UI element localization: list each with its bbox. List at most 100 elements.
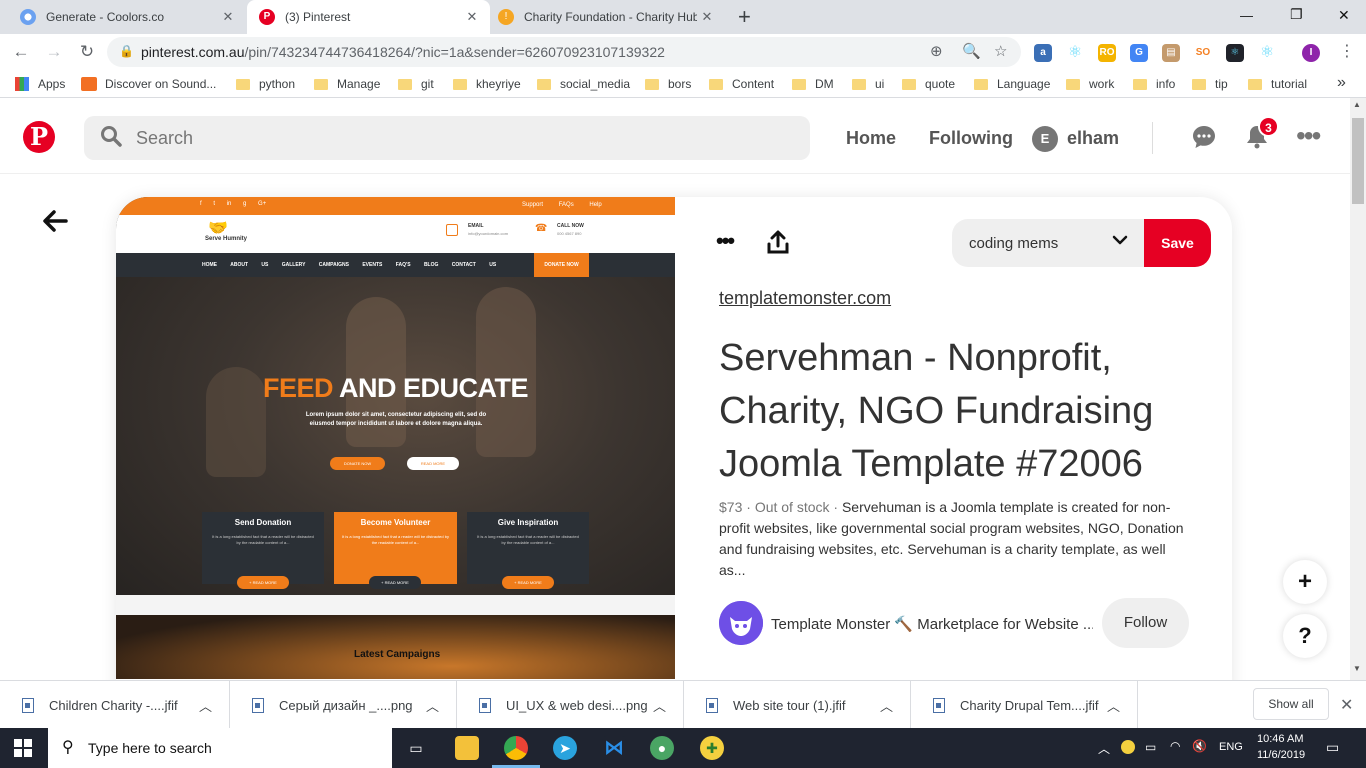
app-icon[interactable]: ● [650, 736, 674, 760]
back-arrow-icon[interactable] [42, 208, 68, 240]
author-avatar[interactable] [719, 601, 763, 645]
profile-avatar-icon[interactable]: I [1302, 44, 1320, 62]
avatar[interactable]: E [1032, 126, 1058, 152]
bookmark-folder[interactable]: python [236, 77, 295, 91]
scrollbar[interactable]: ▲ ▼ [1350, 98, 1366, 680]
help-button[interactable]: ? [1283, 614, 1327, 658]
minimize-button[interactable]: — [1240, 8, 1253, 23]
share-icon[interactable] [767, 230, 789, 260]
box-readmore-button: + READ MORE [369, 576, 421, 589]
show-all-button[interactable]: Show all [1253, 688, 1329, 720]
extension-icon[interactable]: ▤ [1162, 44, 1180, 62]
nav-home[interactable]: Home [846, 128, 896, 149]
close-icon[interactable]: ✕ [697, 9, 717, 25]
extension-icon[interactable]: a [1034, 44, 1052, 62]
tray-app-icon[interactable] [1121, 740, 1135, 754]
tab-pinterest[interactable]: P (3) Pinterest ✕ [247, 0, 490, 34]
close-window-button[interactable]: ✕ [1338, 7, 1350, 24]
language-indicator[interactable]: ENG [1219, 741, 1243, 753]
chevron-up-icon[interactable]: ︿ [880, 696, 910, 715]
bookmark-folder[interactable]: Content [709, 77, 774, 91]
bookmark-folder[interactable]: quote [902, 77, 955, 91]
bookmark-folder[interactable]: git [398, 77, 434, 91]
bookmark-apps[interactable]: Apps [15, 77, 65, 91]
bookmark-folder[interactable]: Language [974, 77, 1050, 91]
wifi-icon[interactable]: ◠ [1170, 739, 1180, 753]
follow-button[interactable]: Follow [1102, 598, 1189, 648]
pinterest-logo-icon[interactable]: P [23, 121, 55, 153]
bookmark-folder[interactable]: ui [852, 77, 884, 91]
bookmark-folder[interactable]: social_media [537, 77, 630, 91]
scroll-down-arrow-icon[interactable]: ▼ [1353, 664, 1361, 673]
volume-icon[interactable]: 🔇 [1192, 739, 1207, 753]
telegram-icon[interactable]: ➤ [553, 736, 577, 760]
bookmark-folder[interactable]: tip [1192, 77, 1228, 91]
vscode-icon[interactable]: ⋈ [602, 736, 626, 760]
close-icon[interactable]: ✕ [218, 9, 238, 25]
bookmark-folder[interactable]: work [1066, 77, 1114, 91]
tray-expand-icon[interactable]: ︿ [1098, 740, 1110, 757]
messages-icon[interactable] [1191, 124, 1217, 157]
nav-following[interactable]: Following [929, 128, 1013, 149]
more-options-icon[interactable]: ••• [716, 228, 735, 254]
clock-date[interactable]: 11/6/2019 [1257, 749, 1305, 761]
download-item[interactable]: Charity Drupal Tem....jfif ︿ [911, 681, 1138, 729]
react-icon[interactable]: ⚛ [1066, 44, 1084, 62]
bookmark-folder[interactable]: tutorial [1248, 77, 1307, 91]
more-options-icon[interactable]: ••• [1296, 120, 1321, 152]
star-icon[interactable]: ☆ [994, 42, 1007, 60]
download-item[interactable]: UI_UX & web desi....png ︿ [457, 681, 684, 729]
bookmark-soundcloud[interactable]: Discover on Sound... [81, 77, 216, 91]
translate-icon[interactable]: G [1130, 44, 1148, 62]
forward-arrow-icon[interactable]: → [42, 40, 66, 64]
board-select[interactable]: coding mems [952, 219, 1146, 267]
file-explorer-icon[interactable] [455, 736, 479, 760]
source-link[interactable]: templatemonster.com [719, 288, 891, 309]
battery-icon[interactable]: ▭ [1145, 740, 1156, 754]
address-bar[interactable]: 🔒 pinterest.com.au/pin/74323474473641826… [107, 37, 1021, 67]
download-item[interactable]: Children Charity -....jfif ︿ [0, 681, 230, 729]
reload-icon[interactable]: ↻ [75, 40, 99, 64]
bookmark-folder[interactable]: kheyriye [453, 77, 521, 91]
react-icon[interactable]: ⚛ [1258, 44, 1276, 62]
bookmarks-overflow-button[interactable]: » [1337, 74, 1346, 92]
download-item[interactable]: Серый дизайн _....png ︿ [230, 681, 457, 729]
zoom-icon[interactable]: 🔍 [962, 42, 981, 60]
extension-icon[interactable]: SO [1194, 44, 1212, 62]
pin-image[interactable]: f t in g G+ Support FAQs Help 🤝 Serve Hu… [116, 197, 675, 679]
download-item[interactable]: Web site tour (1).jfif ︿ [684, 681, 911, 729]
bookmark-folder[interactable]: Manage [314, 77, 380, 91]
user-name[interactable]: elham [1067, 128, 1119, 149]
tab-charity[interactable]: ! Charity Foundation - Charity Hub ✕ [490, 0, 725, 34]
new-tab-button[interactable]: + [738, 4, 751, 30]
notification-center-icon[interactable]: ▭ [1326, 739, 1339, 756]
save-button[interactable]: Save [1144, 219, 1211, 267]
tab-coolors[interactable]: Generate - Coolors.co ✕ [0, 0, 246, 34]
bookmark-folder[interactable]: bors [645, 77, 691, 91]
add-button[interactable]: + [1283, 560, 1327, 604]
bookmark-folder[interactable]: DM [792, 77, 834, 91]
add-icon[interactable]: ⊕ [930, 42, 943, 60]
scrollbar-thumb[interactable] [1352, 118, 1364, 204]
chevron-up-icon[interactable]: ︿ [1107, 696, 1137, 715]
app-icon[interactable]: ✚ [700, 736, 724, 760]
maximize-button[interactable]: ❐ [1290, 6, 1303, 23]
taskbar-search-input[interactable]: ⚲ Type here to search [48, 728, 392, 768]
react-icon[interactable]: ⚛ [1226, 44, 1244, 62]
scroll-up-arrow-icon[interactable]: ▲ [1353, 100, 1361, 109]
bookmark-folder[interactable]: info [1133, 77, 1175, 91]
task-view-icon[interactable]: ▭ [404, 736, 428, 760]
chevron-up-icon[interactable]: ︿ [653, 696, 683, 715]
windows-start-icon[interactable] [14, 739, 32, 757]
clock-time[interactable]: 10:46 AM [1257, 733, 1303, 745]
menu-icon[interactable]: ⋮ [1339, 41, 1355, 61]
close-icon[interactable]: ✕ [462, 9, 482, 25]
back-arrow-icon[interactable]: ← [9, 40, 33, 64]
chrome-icon[interactable] [504, 736, 528, 760]
chevron-up-icon[interactable]: ︿ [426, 696, 456, 715]
chevron-up-icon[interactable]: ︿ [199, 696, 229, 715]
author-name[interactable]: Template Monster 🔨 Marketplace for Websi… [771, 615, 1093, 633]
search-input[interactable]: Search [84, 116, 810, 160]
extension-icon[interactable]: RO [1098, 44, 1116, 62]
close-icon[interactable]: ✕ [1340, 695, 1353, 715]
